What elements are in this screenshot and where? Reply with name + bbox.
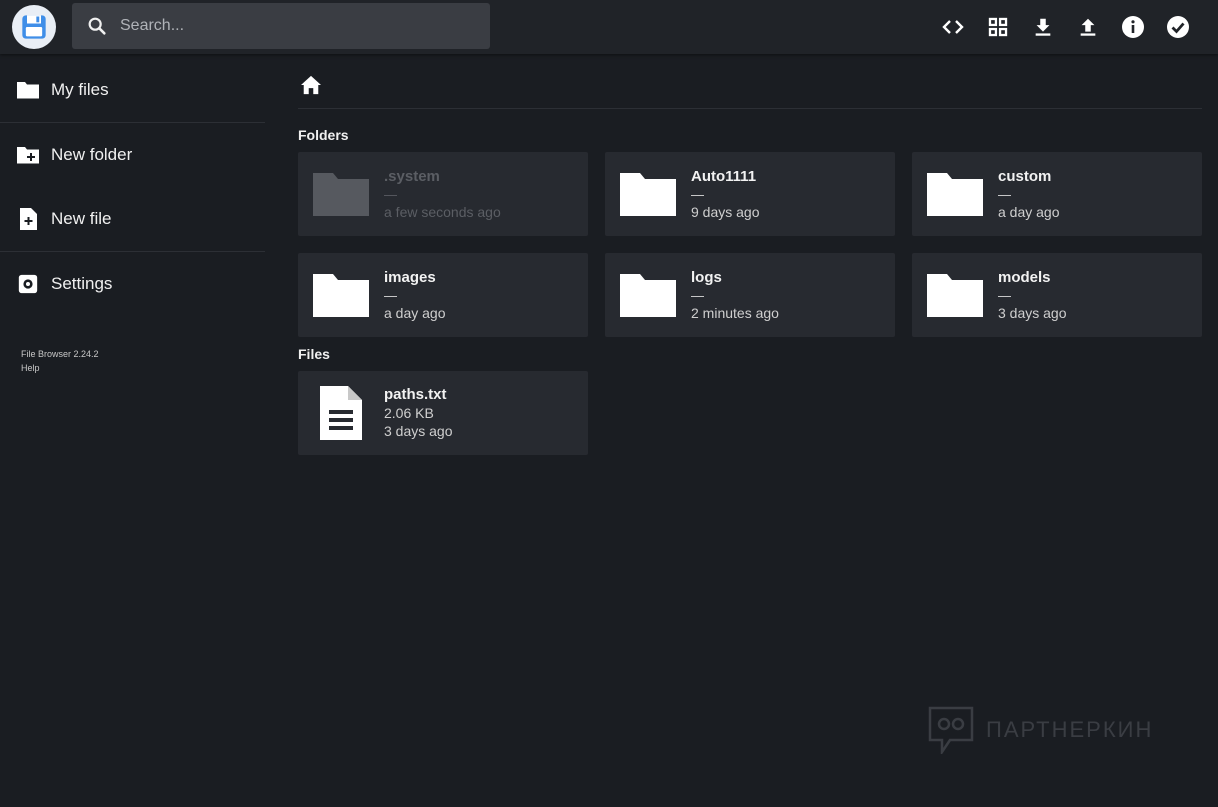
files-grid: paths.txt 2.06 KB 3 days ago bbox=[298, 371, 1202, 455]
breadcrumb bbox=[298, 62, 1202, 109]
credits: File Browser 2.24.2 Help bbox=[21, 347, 99, 375]
watermark: ПАРТНЕРКИН bbox=[928, 706, 1153, 754]
file-item[interactable]: paths.txt 2.06 KB 3 days ago bbox=[298, 371, 588, 455]
search-icon bbox=[86, 15, 108, 37]
upload-button[interactable] bbox=[1065, 0, 1110, 54]
item-modified: 2 minutes ago bbox=[691, 304, 779, 321]
folder-item[interactable]: custom — a day ago bbox=[912, 152, 1202, 236]
item-modified: 3 days ago bbox=[998, 304, 1067, 321]
text-file-icon bbox=[320, 386, 362, 440]
header bbox=[0, 0, 1218, 54]
item-name: custom bbox=[998, 167, 1052, 185]
switch-view-button[interactable] bbox=[975, 0, 1020, 54]
folder-icon bbox=[927, 274, 983, 317]
settings-icon bbox=[16, 272, 40, 296]
folders-grid: .system — a few seconds ago Auto1111 — 9… bbox=[298, 152, 1202, 337]
watermark-text: ПАРТНЕРКИН bbox=[986, 717, 1154, 742]
code-button[interactable] bbox=[930, 0, 975, 54]
folder-item[interactable]: .system — a few seconds ago bbox=[298, 152, 588, 236]
watermark-logo-icon bbox=[928, 706, 974, 754]
new-folder-icon bbox=[16, 143, 40, 167]
sidebar-item-label: My files bbox=[51, 80, 109, 99]
help-link[interactable]: Help bbox=[21, 361, 99, 375]
folder-item[interactable]: images — a day ago bbox=[298, 253, 588, 337]
item-size: — bbox=[691, 186, 704, 202]
file-listing: Folders .system — a few seconds ago Auto… bbox=[298, 62, 1202, 455]
files-heading: Files bbox=[298, 346, 330, 362]
folders-heading: Folders bbox=[298, 127, 349, 143]
sidebar-item-label: New folder bbox=[51, 145, 133, 164]
item-name: logs bbox=[691, 268, 722, 286]
download-icon bbox=[1035, 18, 1050, 36]
item-name: paths.txt bbox=[384, 386, 447, 403]
folder-icon bbox=[313, 274, 369, 317]
header-actions bbox=[930, 0, 1200, 54]
sidebar-item-new-file[interactable]: New file bbox=[0, 187, 265, 251]
sidebar-item-new-folder[interactable]: New folder bbox=[0, 123, 265, 187]
item-modified: a day ago bbox=[998, 203, 1060, 220]
folder-item[interactable]: models — 3 days ago bbox=[912, 253, 1202, 337]
item-size: — bbox=[691, 287, 704, 303]
select-button[interactable] bbox=[1155, 0, 1200, 54]
item-modified: a few seconds ago bbox=[384, 203, 501, 220]
floppy-disk-icon bbox=[22, 15, 46, 39]
new-file-icon bbox=[16, 207, 40, 231]
item-modified: 3 days ago bbox=[384, 423, 453, 439]
upload-icon bbox=[1080, 18, 1095, 36]
folder-icon bbox=[16, 78, 40, 102]
item-modified: 9 days ago bbox=[691, 203, 760, 220]
item-name: .system bbox=[384, 167, 440, 185]
folder-icon bbox=[620, 274, 676, 317]
home-icon[interactable] bbox=[300, 75, 322, 95]
item-size: — bbox=[384, 287, 397, 303]
item-size: — bbox=[384, 186, 397, 202]
download-button[interactable] bbox=[1020, 0, 1065, 54]
item-size: — bbox=[998, 186, 1011, 202]
info-button[interactable] bbox=[1110, 0, 1155, 54]
sidebar-item-label: New file bbox=[51, 209, 112, 228]
item-name: models bbox=[998, 268, 1051, 286]
check-circle-icon bbox=[1166, 16, 1189, 38]
item-size: 2.06 KB bbox=[384, 405, 434, 421]
version-label: File Browser 2.24.2 bbox=[21, 349, 99, 359]
search-input[interactable] bbox=[118, 16, 482, 36]
sidebar: My files New folder New file Settings bbox=[0, 58, 265, 316]
code-icon bbox=[941, 20, 964, 34]
folder-icon bbox=[927, 173, 983, 216]
folder-icon bbox=[620, 173, 676, 216]
item-name: Auto1111 bbox=[691, 167, 757, 185]
sidebar-item-my-files[interactable]: My files bbox=[0, 58, 265, 122]
item-modified: a day ago bbox=[384, 304, 446, 321]
grid-view-icon bbox=[988, 17, 1007, 37]
sidebar-item-settings[interactable]: Settings bbox=[0, 252, 265, 316]
sidebar-item-label: Settings bbox=[51, 274, 113, 293]
info-icon bbox=[1121, 16, 1144, 38]
folder-item[interactable]: logs — 2 minutes ago bbox=[605, 253, 895, 337]
item-name: images bbox=[384, 268, 436, 286]
app-logo[interactable] bbox=[12, 5, 56, 49]
item-size: — bbox=[998, 287, 1011, 303]
folder-item[interactable]: Auto1111 — 9 days ago bbox=[605, 152, 895, 236]
folder-icon bbox=[313, 173, 369, 216]
search-bar[interactable] bbox=[72, 3, 490, 49]
